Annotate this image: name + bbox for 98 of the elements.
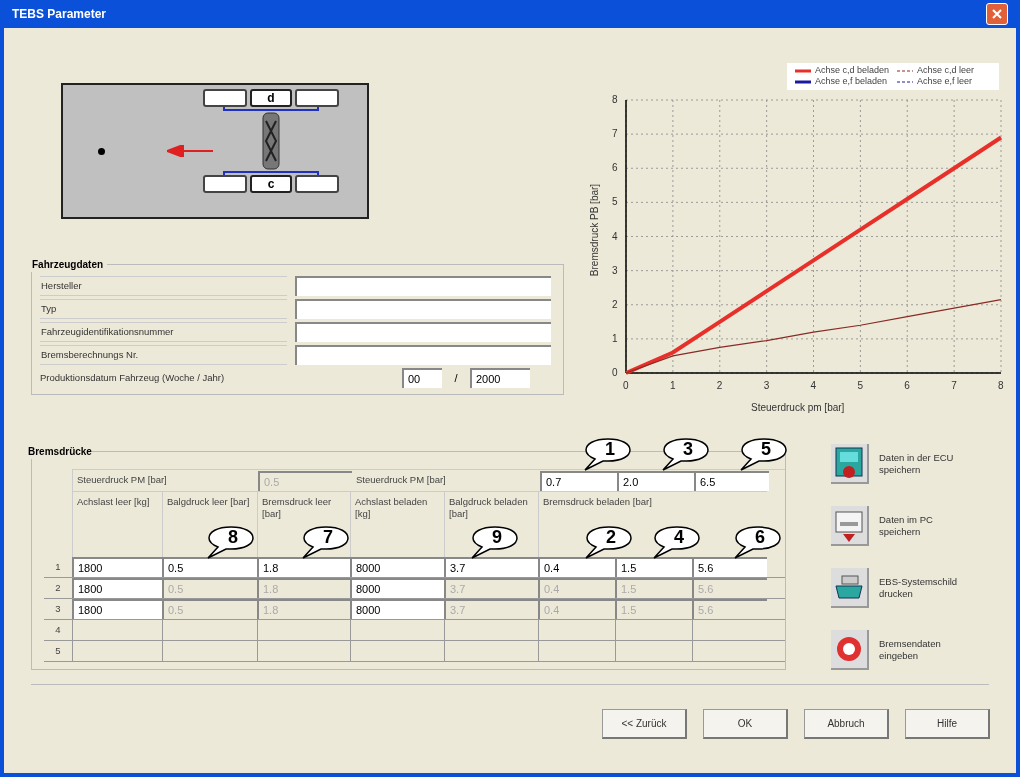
device-icon [834,446,864,480]
callout-tooltip: 1 [583,437,633,473]
field-label: Hersteller [40,276,287,296]
dialog-button[interactable]: Abbruch [804,709,889,739]
y-tick-label: 0 [612,368,618,378]
window-title: TEBS Parameter [12,6,107,23]
wheel-icon [203,175,247,193]
input-field[interactable]: 8000 [350,578,444,598]
legend-line-icon [896,79,913,84]
callout-tooltip: 2 [584,525,634,561]
legend-line-icon [794,68,811,73]
wheel-icon [295,175,339,193]
legend-line-icon [896,68,913,73]
input-field[interactable]: 3.7 [444,557,538,577]
field-label: Bremsberechnungs Nr. [40,345,287,365]
arrow-icon [167,145,213,157]
callout-tooltip: 4 [652,525,702,561]
x-tick-label: 2 [716,381,723,391]
action-label: EBS-Systemschild drucken [879,576,959,600]
dialog-button[interactable]: << Zurück [602,709,687,739]
callout-tooltip: 3 [661,437,711,473]
x-tick-label: 0 [623,381,629,391]
dialog-button[interactable]: Hilfe [905,709,990,739]
row-number: 4 [54,623,62,637]
action-button[interactable] [831,506,869,546]
axle-unit-icon [259,111,283,171]
x-tick-label: 1 [669,381,676,391]
field-label: Produktionsdatum Fahrzeug (Woche / Jahr) [40,370,226,385]
input-field[interactable]: 1800 [72,557,162,577]
close-button[interactable] [986,3,1008,25]
y-tick-label: 2 [612,299,618,310]
callout-tooltip: 7 [301,525,351,561]
x-axis-label: Steuerdruck pm [bar] [751,403,845,413]
wheel-icon [295,89,339,107]
y-axis-label: Bremsdruck PB [bar] [590,183,601,277]
input-field[interactable] [295,276,551,296]
input-field[interactable] [295,345,551,365]
dialog-button[interactable]: OK [703,709,788,739]
group-title: Fahrzeugdaten [31,258,105,272]
legend-label: Achse e,f beladen [814,76,887,88]
group-title: Bremsdrücke [28,445,92,459]
x-tick-label: 4 [810,381,817,391]
y-tick-label: 7 [612,129,618,140]
row-number: 5 [54,644,62,658]
row-number: 2 [54,581,62,595]
action-label: Daten in der ECU speichern [879,452,955,476]
legend-label: Achse c,d leer [916,65,974,77]
y-tick-label: 8 [612,95,618,105]
input-field[interactable]: 0.7 [540,470,617,491]
callout-tooltip: 6 [733,525,783,561]
input-field[interactable]: 1.8 [257,557,350,577]
y-tick-label: 1 [612,333,618,344]
action-label: Daten im PC speichern [879,514,934,538]
callout-tooltip: 9 [470,525,520,561]
field-label: Steuerdruck PM [bar] [76,473,168,488]
x-tick-label: 5 [857,381,863,391]
axle-label: d [250,89,292,107]
input-field[interactable]: 6.5 [694,470,769,491]
field-label: Typ [40,299,287,319]
callout-tooltip: 8 [206,525,256,561]
axle-label: c [250,175,292,193]
x-tick-label: 7 [951,381,957,391]
date-separator: / [453,370,459,386]
x-tick-label: 8 [998,381,1004,391]
action-button[interactable] [831,444,869,484]
action-label: Bremsendaten eingeben [879,638,942,662]
close-icon [992,9,1002,19]
wheel-icon [203,89,247,107]
row-number: 3 [54,602,62,616]
field-label: Steuerdruck PM [bar] [355,473,447,488]
callout-tooltip: 5 [739,437,789,473]
input-field[interactable]: 8000 [350,557,444,577]
input-field[interactable]: 1.5 [615,557,692,577]
input-field[interactable]: 1800 [72,599,162,619]
y-tick-label: 3 [612,265,618,276]
input-field[interactable]: 2.0 [617,470,694,491]
row-number: 1 [54,560,62,574]
input-field[interactable]: 00 [402,368,442,388]
legend-line-icon [794,79,811,84]
legend-label: Achse c,d beladen [814,65,889,77]
y-tick-label: 5 [612,197,618,208]
input-field[interactable] [295,299,551,319]
y-tick-label: 6 [612,163,618,174]
x-tick-label: 3 [763,381,770,391]
input-field[interactable]: 0.4 [538,557,615,577]
input-field[interactable]: 1800 [72,578,162,598]
field-label: Fahrzeugidentifikationsnummer [40,322,287,342]
action-button[interactable] [831,568,869,608]
y-tick-label: 4 [612,231,618,242]
input-field[interactable]: 8000 [350,599,444,619]
input-field[interactable]: 5.6 [692,557,767,577]
action-button[interactable] [831,630,869,670]
x-tick-label: 6 [904,381,910,391]
monitor-icon [834,508,864,542]
input-field[interactable]: 0.5 [162,557,257,577]
input-field[interactable] [295,322,551,342]
legend-label: Achse e,f leer [916,76,972,88]
input-field[interactable]: 2000 [470,368,530,388]
